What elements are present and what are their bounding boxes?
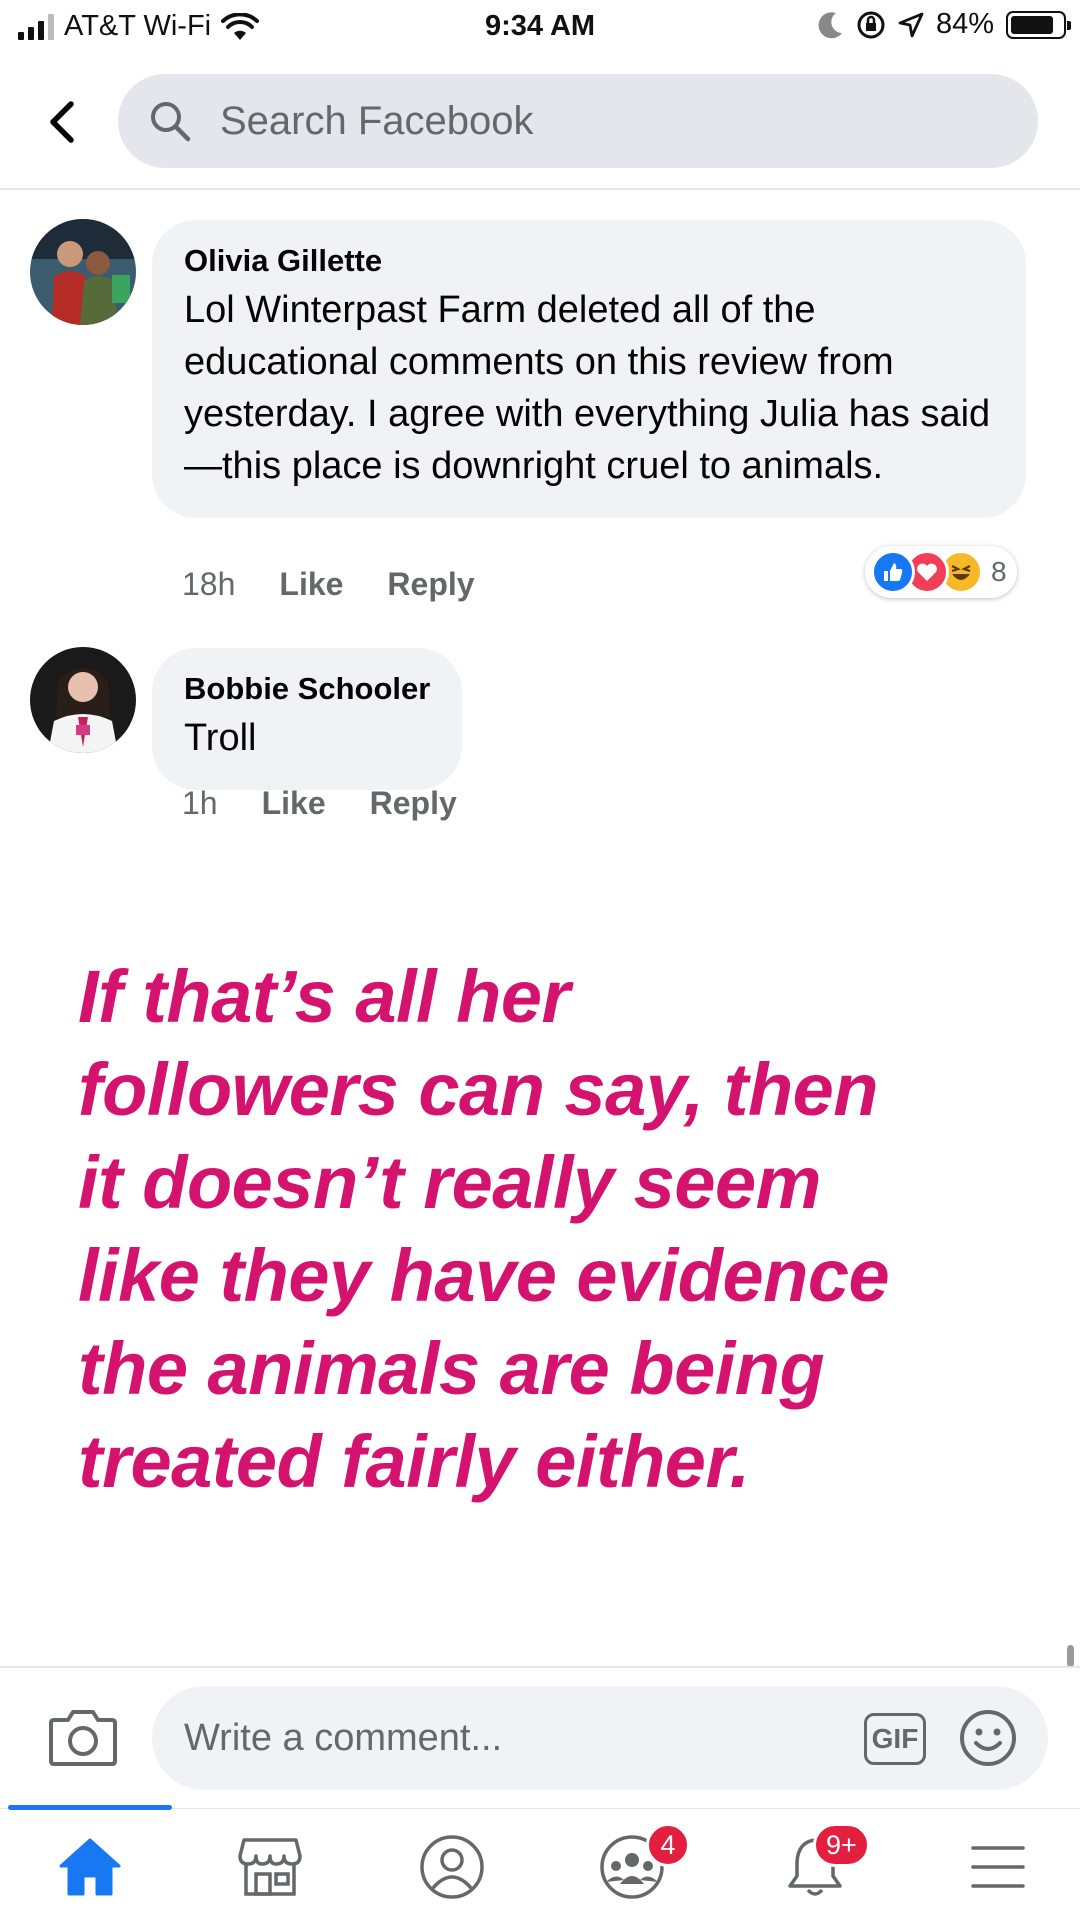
overlay-line: If that’s all her [78,955,570,1038]
comment-text: Lol Winterpast Farm deleted all of the e… [184,289,991,487]
comment-actions: 1h Like Reply [182,785,501,822]
search-input[interactable] [220,98,980,144]
camera-icon [49,1710,117,1766]
reaction-summary[interactable]: 8 [865,546,1017,598]
chevron-left-icon [50,101,74,143]
comment-author[interactable]: Olivia Gillette [184,242,994,280]
emoji-icon[interactable] [958,1708,1018,1768]
comment-composer: GIF [0,1666,1080,1808]
home-icon [59,1838,121,1896]
status-bar: AT&T Wi-Fi 9:34 AM 84% [0,0,1080,56]
overlay-line: it doesn’t really seem [78,1141,821,1224]
reply-button[interactable]: Reply [370,785,457,822]
comment-bubble[interactable]: Olivia Gillette Lol Winterpast Farm dele… [152,220,1026,518]
battery-icon [1006,10,1071,39]
nav-profile[interactable] [412,1831,492,1903]
groups-badge: 4 [646,1823,690,1867]
menu-icon [971,1846,1025,1888]
nav-marketplace[interactable] [230,1831,310,1903]
overlay-caption: If that’s all her followers can say, the… [78,950,1038,1508]
nav-home[interactable] [50,1831,130,1903]
bottom-nav: 4 9+ [0,1805,1080,1920]
comment-input[interactable] [184,1716,844,1760]
moon-icon [818,11,842,38]
like-reaction-icon [871,550,915,594]
camera-button[interactable] [48,1706,118,1768]
active-tab-indicator [8,1805,172,1810]
overlay-line: followers can say, then [78,1048,879,1131]
like-button[interactable]: Like [262,785,326,822]
comment-bubble[interactable]: Bobbie Schooler Troll [152,648,463,790]
overlay-line: treated fairly either. [78,1420,750,1503]
comment-author[interactable]: Bobbie Schooler [184,670,430,708]
battery-percent: 84% [935,8,994,40]
nav-notifications[interactable]: 9+ [775,1823,870,1903]
comment-box[interactable]: GIF [152,1686,1048,1790]
search-icon [146,97,194,145]
gif-button[interactable]: GIF [864,1713,926,1765]
marketplace-icon [238,1838,302,1896]
comment-text: Troll [184,717,257,759]
reaction-count: 8 [991,556,1007,587]
comment-actions: 18h Like Reply [182,566,519,603]
orientation-lock-icon [857,11,885,38]
scrollbar[interactable] [1067,1645,1074,1667]
reply-button[interactable]: Reply [387,566,474,603]
notifications-badge: 9+ [813,1823,870,1867]
comment-timestamp[interactable]: 1h [182,785,218,822]
search-header [0,62,1080,190]
like-button[interactable]: Like [279,566,343,603]
overlay-line: the animals are being [78,1327,825,1410]
comment-timestamp[interactable]: 18h [182,566,235,603]
location-icon [898,12,924,37]
avatar[interactable] [30,219,136,325]
nav-groups[interactable]: 4 [592,1823,690,1903]
avatar[interactable] [30,647,136,753]
nav-menu[interactable] [958,1831,1038,1903]
profile-icon [420,1835,484,1899]
search-bar[interactable] [118,74,1038,168]
overlay-line: like they have evidence [78,1234,890,1317]
back-button[interactable] [36,92,86,152]
